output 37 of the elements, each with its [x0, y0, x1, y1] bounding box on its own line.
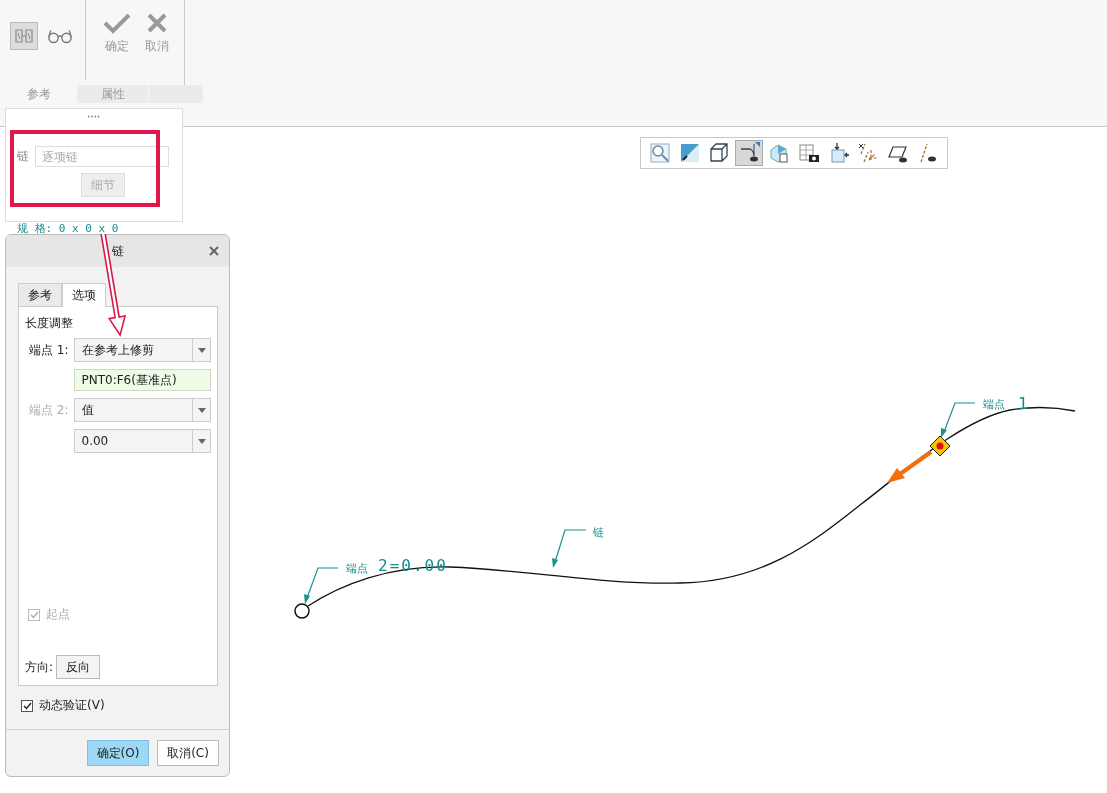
chain-label: 链 — [17, 148, 29, 165]
leader-line — [304, 567, 339, 604]
dialog-title: 链 — [111, 242, 124, 260]
ok-button[interactable]: 确定(O) — [87, 740, 149, 766]
field-label: 端点 2: — [29, 401, 69, 419]
caret-icon — [197, 347, 206, 353]
leader-line — [941, 402, 976, 438]
checkbox-label: 动态验证(V) — [39, 697, 105, 714]
checkbox-label: 起点 — [46, 606, 70, 623]
spec-text: 规 格: 0 x 0 x 0 — [17, 222, 121, 234]
dialog-tab[interactable]: 参考 — [18, 283, 62, 306]
dropdown[interactable]: 0.00 — [73, 429, 211, 453]
endpoint-label: 端点 — [346, 562, 368, 575]
direction-arrow — [887, 450, 933, 483]
cancel-button[interactable]: 取消(C) — [157, 740, 219, 766]
dropdown[interactable]: 值 — [73, 398, 211, 422]
leader-line — [552, 529, 587, 568]
chain-label: 链 — [593, 526, 604, 539]
field-label: 端点 1: — [29, 341, 69, 359]
direction-label: 方向: — [25, 658, 54, 676]
start-point-marker — [294, 603, 310, 619]
section-icon[interactable] — [735, 140, 764, 166]
grip-icon[interactable] — [87, 115, 101, 118]
checkbox[interactable] — [21, 699, 33, 712]
endpoint-label: 端点 — [983, 398, 1005, 411]
dropdown[interactable]: 在参考上修剪 — [73, 338, 211, 362]
reference-field[interactable]: PNT0:F6(基准点) — [73, 369, 211, 391]
dialog-tab[interactable]: 选项 — [62, 283, 106, 307]
chain-field[interactable]: 逐项链 — [35, 146, 169, 167]
caret-icon — [197, 407, 206, 413]
caret-icon — [197, 438, 206, 444]
section-title: 长度调整 — [25, 315, 74, 332]
close-icon[interactable] — [209, 246, 219, 256]
check-icon — [102, 12, 132, 34]
endpoint-marker — [929, 435, 951, 457]
endpoint-number: 1 — [1018, 394, 1030, 413]
flip-button[interactable]: 反向 — [56, 655, 101, 679]
